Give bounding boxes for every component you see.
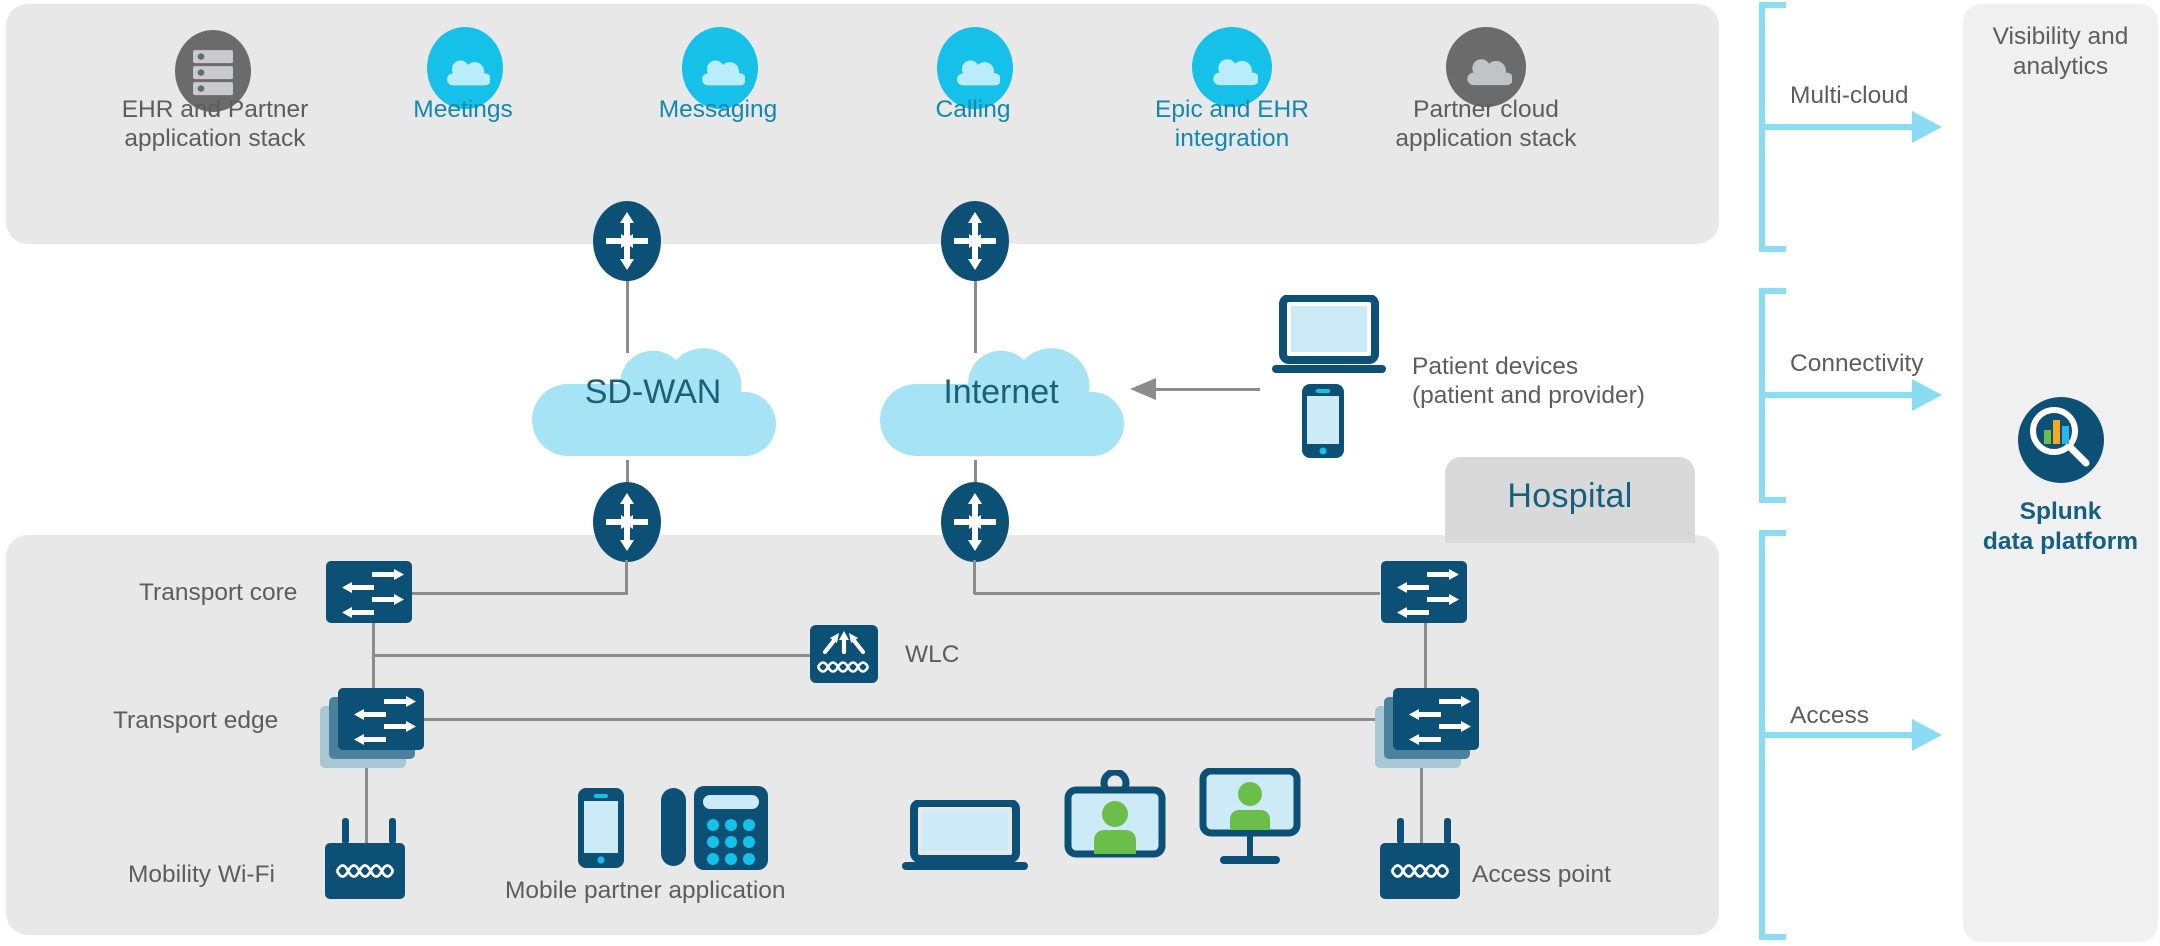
splunk-label-line1: Splunk [2019, 498, 2102, 525]
splunk-data-platform-label: Splunk data platform [1973, 497, 2148, 557]
switch-transport-core-left[interactable] [326, 561, 412, 623]
patient-devices-label: Patient devices (patient and provider) [1412, 352, 1732, 410]
link-core-right-to-router [974, 592, 1380, 595]
bracket-multicloud [1750, 2, 1950, 252]
access-point-left-icon[interactable] [325, 843, 405, 899]
clinic-laptop-icon[interactable] [900, 799, 1030, 877]
transport-core-label: Transport core [139, 579, 298, 606]
desk-phone-icon[interactable] [660, 784, 770, 877]
smartphone-glyph [578, 788, 624, 868]
router-sdwan-bottom[interactable] [593, 482, 661, 562]
link-router3-down [625, 560, 628, 594]
hospital-tab: Hospital [1445, 457, 1695, 543]
link-router4-down [973, 560, 976, 594]
router-arrows-glyph [606, 493, 648, 551]
patient-phone-icon [1300, 382, 1346, 465]
wlc-label: WLC [905, 641, 960, 668]
router-arrows-glyph [954, 212, 996, 270]
bracket-multicloud-label: Multi-cloud [1790, 82, 1909, 109]
laptop-glyph [902, 799, 1028, 870]
laptop-glyph [1272, 294, 1386, 373]
visibility-analytics-line2: analytics [2012, 53, 2109, 80]
splunk-magnifier-glyph [2030, 407, 2090, 467]
link-edge-left-to-edge-right [400, 718, 1410, 721]
hospital-tab-label: Hospital [1507, 477, 1633, 515]
splunk-magnifier-icon[interactable] [2018, 397, 2104, 483]
switch-arrows-glyph [1397, 569, 1459, 618]
visibility-analytics-line1: Visibility and [1992, 23, 2129, 50]
switch-arrows-glyph [342, 569, 404, 618]
app-label-partner-cloud: Partner cloud application stack [1286, 95, 1686, 153]
app-label-line1: Partner cloud [1413, 96, 1559, 123]
router-internet-bottom[interactable] [941, 482, 1009, 562]
video-endpoint-stand-glyph [1199, 767, 1301, 864]
video-device-stand-icon[interactable] [1198, 767, 1302, 873]
internet-cloud[interactable]: Internet [856, 318, 1146, 458]
ap-right-antenna-1 [1397, 818, 1404, 844]
cloud-glyph [1213, 59, 1258, 86]
mobile-partner-application-label: Mobile partner application [505, 877, 786, 904]
smartphone-glyph [1302, 384, 1344, 458]
wifi-wave-glyph [335, 864, 395, 878]
bracket-access-label: Access [1790, 702, 1869, 729]
desk-phone-glyph [661, 786, 768, 870]
app-label-line2: application stack [124, 125, 306, 152]
server-stack-glyph [193, 50, 233, 96]
access-point-label: Access point [1472, 861, 1611, 888]
sdwan-cloud-label: SD-WAN [584, 373, 722, 411]
bracket-access-shape [1759, 530, 1942, 940]
switch-transport-core-right[interactable] [1381, 561, 1467, 623]
video-device-desk-icon[interactable] [1062, 768, 1168, 867]
patient-devices-line1: Patient devices [1412, 353, 1579, 380]
router-arrows-glyph [606, 212, 648, 270]
router-sdwan-top[interactable] [593, 201, 661, 281]
bracket-connectivity-label: Connectivity [1790, 350, 1924, 377]
bracket-connectivity [1750, 288, 1950, 503]
ap-left-antenna-1 [342, 818, 349, 844]
mobility-wifi-label: Mobility Wi-Fi [128, 861, 275, 888]
internet-cloud-label: Internet [943, 373, 1059, 411]
switch-arrows-glyph [1409, 696, 1471, 745]
patient-arrow-head [1130, 377, 1158, 406]
router-internet-top[interactable] [941, 201, 1009, 281]
access-point-right-icon[interactable] [1380, 843, 1460, 899]
link-patient-to-internet [1152, 388, 1260, 391]
cloud-glyph [702, 60, 745, 86]
splunk-label-line2: data platform [1982, 528, 2139, 555]
bracket-multicloud-shape [1759, 2, 1942, 252]
mobile-phone-icon[interactable] [576, 786, 626, 875]
wlc-icon[interactable] [810, 625, 878, 683]
diagram-canvas: Hospital EHR and Partner application sta… [0, 0, 2160, 946]
wlc-glyph [816, 631, 870, 673]
patient-laptop-icon [1270, 294, 1388, 382]
video-endpoint-glyph [1064, 768, 1166, 858]
patient-devices-line2: (patient and provider) [1412, 382, 1645, 409]
switch-transport-edge-right[interactable] [1393, 688, 1479, 750]
visibility-analytics-title: Visibility and analytics [1973, 22, 2148, 82]
cloud-glyph [1467, 59, 1512, 86]
sdwan-cloud[interactable]: SD-WAN [508, 318, 798, 458]
bracket-connectivity-shape [1759, 288, 1942, 503]
switch-arrows-glyph [354, 696, 416, 745]
cloud-glyph [447, 60, 490, 86]
link-edge-to-wlc [372, 654, 812, 657]
router-arrows-glyph [954, 493, 996, 551]
ap-left-antenna-2 [389, 818, 396, 844]
cloud-glyph [957, 60, 1000, 86]
bracket-access [1750, 530, 1950, 940]
app-label-line2: application stack [1395, 125, 1577, 152]
transport-edge-label: Transport edge [113, 707, 279, 734]
wifi-wave-glyph [1390, 864, 1450, 878]
ap-right-antenna-2 [1444, 818, 1451, 844]
switch-transport-edge-left[interactable] [338, 688, 424, 750]
